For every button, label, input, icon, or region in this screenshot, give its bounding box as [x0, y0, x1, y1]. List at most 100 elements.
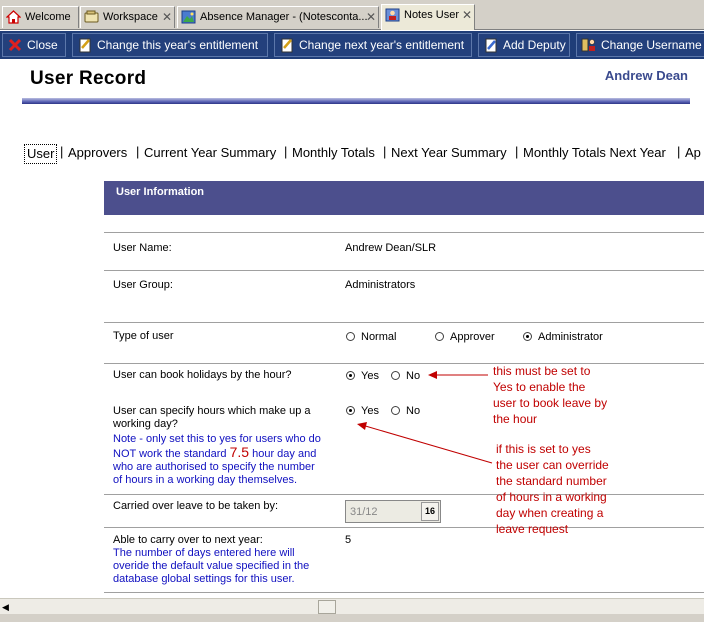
- section-header: User Information: [104, 181, 704, 215]
- type-of-user-label: Type of user: [113, 330, 174, 342]
- close-button[interactable]: Close: [2, 33, 66, 57]
- user-edit-icon: [581, 38, 595, 52]
- note-text: hour day and: [249, 448, 317, 460]
- row-divider: [104, 232, 704, 233]
- type-normal-radio[interactable]: Normal: [346, 331, 396, 344]
- close-icon[interactable]: ✕: [366, 7, 376, 27]
- tab-separator: |: [60, 144, 64, 159]
- radio-button-selected[interactable]: [346, 406, 355, 415]
- header-divider: [22, 98, 690, 104]
- type-approver-radio[interactable]: Approver: [435, 331, 495, 344]
- note-line: database global settings for this user.: [113, 573, 295, 585]
- change-next-year-entitlement-button[interactable]: Change next year's entitlement: [274, 33, 472, 57]
- note-line: who are authorised to specify the number: [113, 461, 315, 473]
- radio-button[interactable]: [435, 332, 444, 341]
- window-tab-notes-user[interactable]: Notes User ✕: [381, 4, 475, 30]
- carry-next-year-value: 5: [345, 534, 352, 546]
- database-icon: [181, 10, 196, 24]
- window-tab-label: Absence Manager - (Notesconta...: [200, 11, 368, 23]
- close-icon[interactable]: ✕: [162, 7, 172, 27]
- close-button-label: Close: [27, 38, 58, 52]
- scrollbar-thumb[interactable]: [318, 600, 336, 614]
- annotation-line: if this is set to yes: [496, 442, 591, 456]
- annotation-book-hours: this must be set to Yes to enable the us…: [493, 363, 607, 427]
- annotation-line: day when creating a: [496, 506, 604, 520]
- action-bar: Close Change this year's entitlement Cha…: [0, 31, 704, 59]
- add-document-icon: [485, 38, 497, 53]
- document-tab-bar: User | Approvers | Current Year Summary …: [22, 142, 704, 166]
- carried-over-label: Carried over leave to be taken by:: [113, 500, 279, 512]
- label-line: User can specify hours which make up a: [113, 405, 311, 417]
- note-line: Note - only set this to yes for users wh…: [113, 433, 321, 445]
- book-hours-yes-radio[interactable]: Yes: [346, 370, 379, 383]
- annotation-specify-hours: if this is set to yes the user can overr…: [496, 441, 609, 537]
- tab-current-year-summary[interactable]: Current Year Summary: [144, 144, 276, 164]
- annotation-line: the standard number: [496, 474, 607, 488]
- radio-button[interactable]: [391, 371, 400, 380]
- tab-monthly-totals[interactable]: Monthly Totals: [292, 144, 375, 164]
- annotation-line: of hours in a working: [496, 490, 607, 504]
- user-name-value: Andrew Dean/SLR: [345, 242, 437, 254]
- annotation-line: this must be set to: [493, 364, 591, 378]
- tab-separator: |: [677, 144, 681, 159]
- specify-hours-yes-radio[interactable]: Yes: [346, 405, 379, 418]
- scroll-left-icon[interactable]: ◀: [2, 602, 9, 613]
- specify-hours-no-radio[interactable]: No: [391, 405, 420, 418]
- annotation-arrow: [357, 422, 493, 464]
- tab-user[interactable]: User: [24, 144, 58, 164]
- tab-separator: |: [284, 144, 288, 159]
- user-doc-icon: [385, 8, 400, 22]
- user-group-value: Administrators: [345, 279, 416, 291]
- change-username-button[interactable]: Change Username: [576, 33, 704, 57]
- edit-document-icon: [79, 38, 91, 53]
- date-value: 31/12: [350, 506, 378, 518]
- tab-monthly-totals-next-year[interactable]: Monthly Totals Next Year: [523, 144, 666, 164]
- annotation-line: user to book leave by: [493, 396, 608, 410]
- row-divider: [104, 363, 704, 364]
- note-text: NOT work the standard: [113, 448, 230, 460]
- window-tab-label: Workspace: [103, 11, 158, 23]
- change-this-year-entitlement-button[interactable]: Change this year's entitlement: [72, 33, 268, 57]
- book-hours-no-radio[interactable]: No: [391, 370, 420, 383]
- annotation-line: Yes to enable the: [493, 380, 586, 394]
- horizontal-scrollbar[interactable]: ◀: [0, 598, 704, 614]
- window-tab-strip: Welcome Workspace ✕ Absence Manager - (N…: [0, 0, 704, 30]
- annotation-line: the user can override: [496, 458, 609, 472]
- window-tab-label: Notes User: [404, 9, 460, 21]
- tab-ap-truncated[interactable]: Ap: [685, 144, 701, 164]
- radio-button-selected[interactable]: [346, 371, 355, 380]
- calendar-icon[interactable]: 16: [421, 502, 439, 521]
- row-divider: [104, 270, 704, 271]
- tab-approvers[interactable]: Approvers: [68, 144, 127, 164]
- note-line: of hours in a working day themselves.: [113, 474, 298, 486]
- annotation-line: the hour: [493, 412, 538, 426]
- add-deputy-button[interactable]: Add Deputy: [478, 33, 570, 57]
- annotation-line: leave request: [496, 522, 569, 536]
- window-tab-workspace[interactable]: Workspace ✕: [80, 6, 175, 28]
- type-administrator-radio[interactable]: Administrator: [523, 331, 603, 344]
- home-icon: [6, 10, 21, 24]
- note-line: The number of days entered here will: [113, 547, 295, 559]
- add-deputy-label: Add Deputy: [503, 38, 566, 52]
- radio-button[interactable]: [391, 406, 400, 415]
- note-line: NOT work the standard 7.5 hour day and: [113, 445, 321, 461]
- change-next-year-label: Change next year's entitlement: [299, 38, 465, 52]
- radio-button[interactable]: [346, 332, 355, 341]
- tab-separator: |: [136, 144, 140, 159]
- row-divider: [104, 494, 704, 495]
- radio-label: Normal: [361, 331, 397, 343]
- window-tab-welcome[interactable]: Welcome: [2, 6, 79, 28]
- change-this-year-label: Change this year's entitlement: [97, 38, 259, 52]
- status-strip: [0, 614, 704, 622]
- window-tab-absence-manager[interactable]: Absence Manager - (Notesconta... ✕: [177, 6, 379, 28]
- radio-label: No: [406, 370, 421, 382]
- radio-button-selected[interactable]: [523, 332, 532, 341]
- carry-next-year-note: The number of days entered here will ove…: [113, 547, 309, 586]
- carried-over-date-field[interactable]: 31/12 16: [345, 500, 441, 523]
- radio-label: Yes: [361, 370, 379, 382]
- user-name-label: User Name:: [113, 242, 172, 254]
- tab-next-year-summary[interactable]: Next Year Summary: [391, 144, 507, 164]
- change-username-label: Change Username: [601, 38, 702, 52]
- window-tab-label: Welcome: [25, 11, 71, 23]
- close-icon[interactable]: ✕: [462, 5, 472, 25]
